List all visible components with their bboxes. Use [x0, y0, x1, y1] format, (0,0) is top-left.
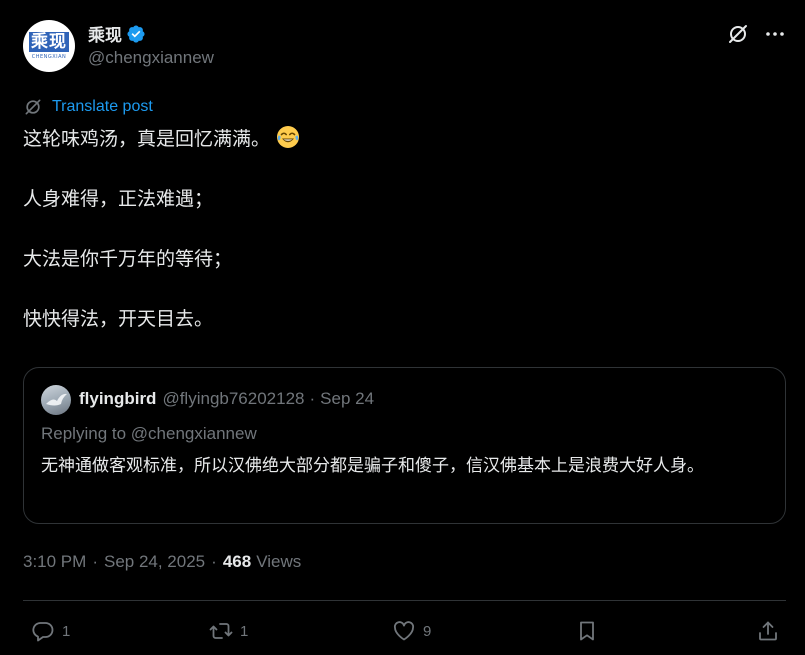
replying-to-label: Replying to @chengxiannew: [41, 424, 257, 443]
avatar-logo-text: 乘现: [29, 32, 69, 52]
post-detail: 乘现 CHENGXIAN 乘现 @chengxiannew Translate …: [0, 0, 805, 655]
heart-icon: [393, 621, 415, 641]
translate-label[interactable]: Translate post: [52, 98, 153, 116]
reply-count: 1: [62, 622, 71, 640]
translate-post-link[interactable]: Translate post: [23, 97, 153, 117]
post-text: 这轮味鸡汤，真是回忆满满。 人身难得，正法难遇； 大法是你千万年的等待； 快快得…: [23, 124, 783, 364]
bird-icon: [46, 393, 67, 406]
quoted-post-card[interactable]: flyingbird @flyingb76202128 · Sep 24 Rep…: [23, 367, 786, 524]
bookmark-icon: [580, 621, 594, 641]
author-name-row[interactable]: 乘现: [88, 21, 146, 46]
separator-dot: ·: [309, 389, 316, 408]
grok-icon[interactable]: [726, 22, 750, 46]
separator-dot: ·: [211, 552, 217, 571]
quoted-post-header: flyingbird @flyingb76202128 · Sep 24: [79, 389, 374, 409]
translate-icon: [25, 99, 41, 115]
repost-count: 1: [240, 622, 249, 640]
reply-button[interactable]: 1: [31, 618, 70, 644]
author-name[interactable]: 乘现: [88, 21, 122, 46]
author-avatar[interactable]: 乘现 CHENGXIAN: [23, 20, 75, 72]
post-line: 人身难得，正法难遇；: [23, 188, 214, 210]
post-line: 快快得法，开天目去。: [23, 308, 214, 330]
views-label: Views: [256, 552, 302, 571]
author-handle[interactable]: @chengxiannew: [88, 48, 214, 68]
post-date[interactable]: Sep 24, 2025: [104, 552, 205, 572]
quoted-author-name[interactable]: flyingbird: [79, 389, 156, 409]
post-line: 这轮味鸡汤，真是回忆满满。: [23, 124, 783, 154]
quoted-author-handle[interactable]: @flyingb76202128: [162, 389, 304, 409]
face-with-tears-of-joy-icon: [277, 126, 300, 148]
quoted-post-text: 无神通做客观标准，所以汉佛绝大部分都是骗子和傻子，信汉佛基本上是浪费大好人身。: [41, 456, 704, 476]
more-options-icon[interactable]: [763, 22, 787, 46]
quoted-post-date[interactable]: Sep 24: [320, 389, 374, 409]
reply-icon: [32, 622, 54, 642]
post-meta: 3:10 PM · Sep 24, 2025 · 468 Views: [23, 552, 301, 572]
separator-dot: ·: [92, 552, 98, 571]
quoted-author-avatar[interactable]: [41, 385, 71, 415]
like-button[interactable]: 9: [392, 618, 431, 644]
post-line: 大法是你千万年的等待；: [23, 248, 233, 270]
avatar-logo-subtext: CHENGXIAN: [31, 54, 67, 60]
repost-icon: [209, 623, 233, 639]
post-line-text: 这轮味鸡汤，真是回忆满满。: [23, 128, 271, 150]
share-button[interactable]: [756, 618, 780, 644]
repost-button[interactable]: 1: [209, 618, 248, 644]
views-count: 468: [222, 552, 252, 571]
like-count: 9: [423, 622, 432, 640]
post-time[interactable]: 3:10 PM: [23, 552, 86, 572]
divider: [23, 600, 786, 601]
bookmark-button[interactable]: [575, 618, 599, 644]
verified-badge-icon[interactable]: [126, 24, 146, 44]
share-icon: [759, 621, 777, 641]
